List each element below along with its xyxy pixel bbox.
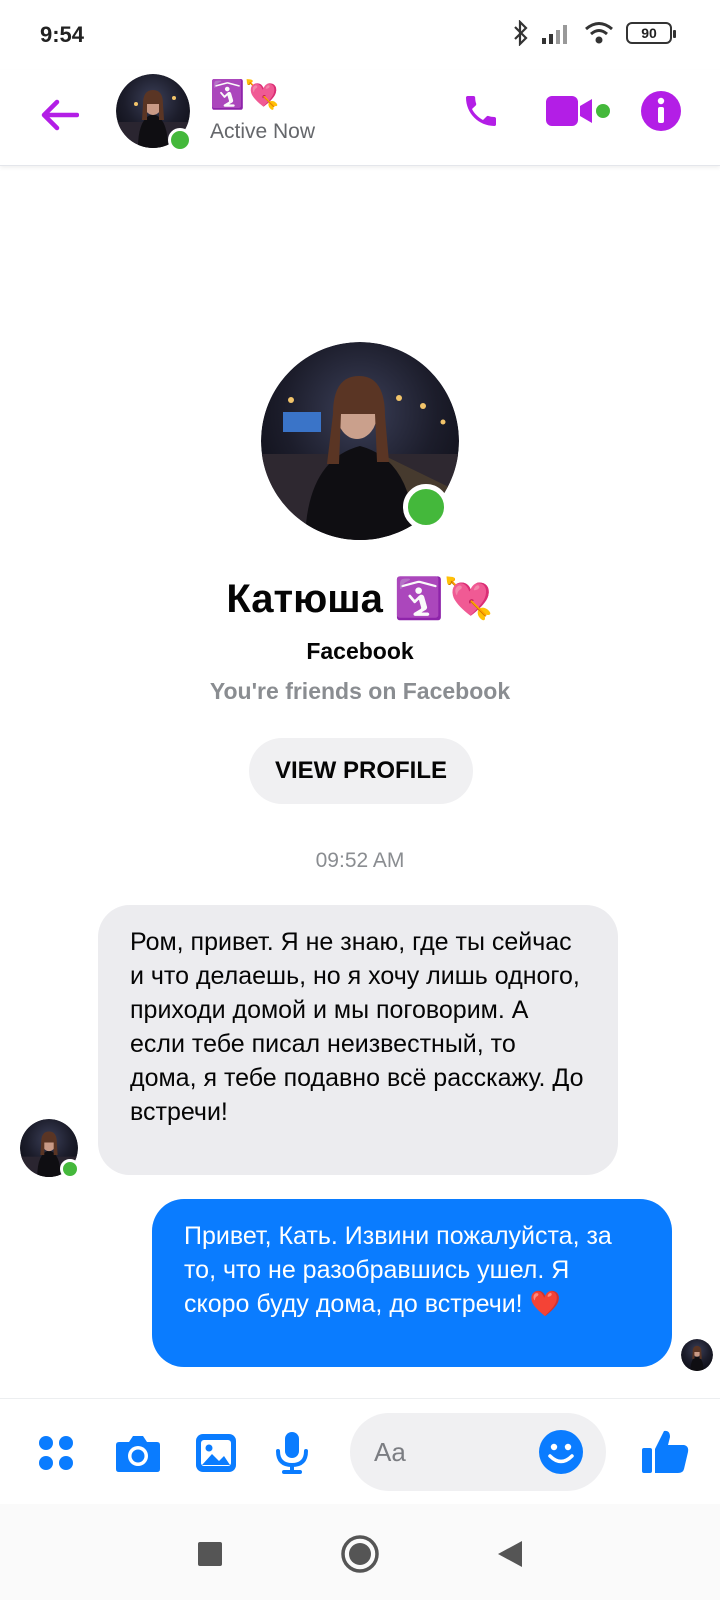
video-online-indicator [596, 104, 610, 118]
outgoing-message-bubble[interactable]: Привет, Кать. Извини пожалуйста, за то, … [152, 1199, 672, 1367]
camera-icon [116, 1436, 160, 1472]
gallery-icon [196, 1434, 236, 1472]
online-indicator [168, 128, 192, 152]
system-nav-bar [0, 1504, 720, 1600]
status-time: 9:54 [40, 22, 85, 47]
status-icons: 90 [512, 20, 676, 46]
video-call-button[interactable] [546, 88, 616, 134]
info-button[interactable] [638, 88, 684, 134]
phone-icon [466, 96, 496, 126]
microphone-icon [276, 1432, 308, 1474]
contact-avatar[interactable] [116, 74, 192, 152]
avatar-photo [681, 1339, 713, 1371]
view-profile-button[interactable]: VIEW PROFILE [249, 738, 473, 804]
profile-avatar[interactable] [261, 342, 459, 540]
video-camera-icon [546, 96, 592, 126]
message-composer [0, 1398, 720, 1504]
message-timestamp: 09:52 AM [315, 849, 405, 872]
seen-receipt-avatar [681, 1339, 713, 1371]
gallery-button[interactable] [192, 1429, 240, 1477]
incoming-message-bubble[interactable]: Ром, привет. Я не знаю, где ты сейчас и … [98, 905, 618, 1175]
menu-dots-icon [39, 1436, 73, 1470]
wifi-icon [585, 22, 613, 44]
online-indicator [60, 1159, 80, 1179]
recents-button[interactable] [188, 1532, 232, 1576]
chat-header: 🛐💘 Active Now [0, 70, 720, 166]
voice-call-button[interactable] [456, 86, 506, 136]
home-icon [341, 1535, 379, 1573]
profile-subtitle: Facebook [306, 638, 414, 664]
status-bar: 9:54 90 [0, 0, 720, 70]
friends-status: You're friends on Facebook [209, 678, 511, 704]
camera-button[interactable] [114, 1429, 162, 1477]
recents-icon [198, 1542, 222, 1566]
profile-name: Катюша 🛐💘 [226, 577, 494, 621]
sender-avatar[interactable] [20, 1119, 80, 1179]
bluetooth-icon [514, 20, 528, 46]
back-button[interactable] [34, 90, 84, 140]
voice-message-button[interactable] [268, 1429, 316, 1477]
signal-icon [542, 25, 567, 44]
thumbs-up-icon[interactable] [640, 1427, 690, 1477]
contact-name: 🛐💘 [210, 79, 280, 110]
active-status: Active Now [210, 120, 316, 143]
home-button[interactable] [338, 1532, 382, 1576]
system-back-button[interactable] [488, 1532, 532, 1576]
battery-indicator: 90 [626, 22, 676, 44]
back-icon [498, 1541, 522, 1567]
emoji-icon[interactable] [538, 1429, 584, 1475]
online-indicator [403, 484, 449, 530]
info-icon [641, 91, 681, 131]
back-arrow-icon [41, 99, 79, 131]
more-actions-button[interactable] [32, 1429, 80, 1477]
